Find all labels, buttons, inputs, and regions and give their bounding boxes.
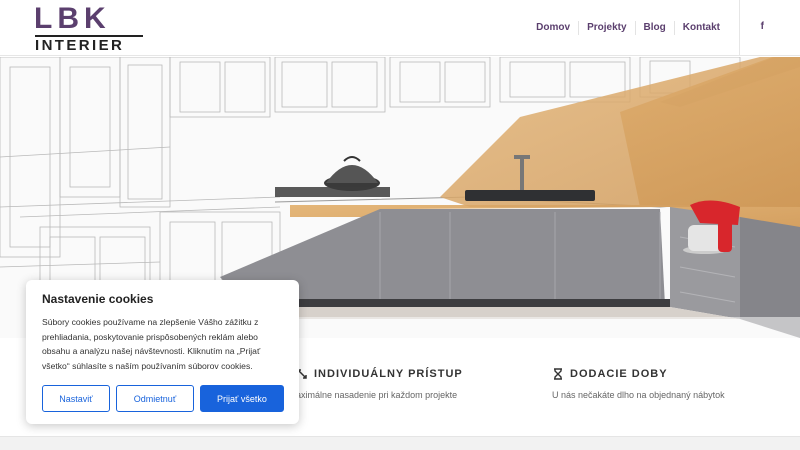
facebook-icon[interactable]: f xyxy=(761,21,764,32)
cookie-button-group: Nastaviť Odmietnuť Prijať všetko xyxy=(42,385,284,412)
nav-item-blog[interactable]: Blog xyxy=(634,21,674,35)
hourglass-icon xyxy=(554,368,562,380)
feature-individual: INDIVIDUÁLNY PRÍSTUP aximálne nasadenie … xyxy=(296,368,463,400)
logo-wordmark: LBK xyxy=(34,2,111,35)
nav-item-projekty[interactable]: Projekty xyxy=(578,21,634,35)
logo-subtitle: INTERIER xyxy=(35,37,125,54)
feature-delivery: DODACIE DOBY U nás nečakáte dlho na obje… xyxy=(552,368,725,400)
site-header: LBK INTERIER Domov Projekty Blog Kontakt… xyxy=(0,0,800,56)
cookie-reject-button[interactable]: Odmietnuť xyxy=(116,385,194,412)
cookie-settings-button[interactable]: Nastaviť xyxy=(42,385,110,412)
cookie-title: Nastavenie cookies xyxy=(42,292,154,306)
nav-item-kontakt[interactable]: Kontakt xyxy=(673,21,728,35)
feature-description: aximálne nasadenie pri každom projekte xyxy=(296,390,458,400)
next-section-band xyxy=(0,436,800,450)
nav-divider xyxy=(739,0,740,56)
cookie-description: Súbory cookies používame na zlepšenie Vá… xyxy=(42,317,261,371)
main-nav: Domov Projekty Blog Kontakt xyxy=(528,0,728,56)
feature-description: U nás nečakáte dlho na objednaný nábytok xyxy=(552,390,725,400)
nav-item-domov[interactable]: Domov xyxy=(528,21,578,35)
cookie-accept-button[interactable]: Prijať všetko xyxy=(200,385,284,412)
site-logo[interactable]: LBK INTERIER xyxy=(34,2,146,54)
cookie-consent-dialog: Nastavenie cookies Súbory cookies použív… xyxy=(26,280,299,424)
feature-title: INDIVIDUÁLNY PRÍSTUP xyxy=(314,368,463,380)
feature-title: DODACIE DOBY xyxy=(570,368,668,380)
